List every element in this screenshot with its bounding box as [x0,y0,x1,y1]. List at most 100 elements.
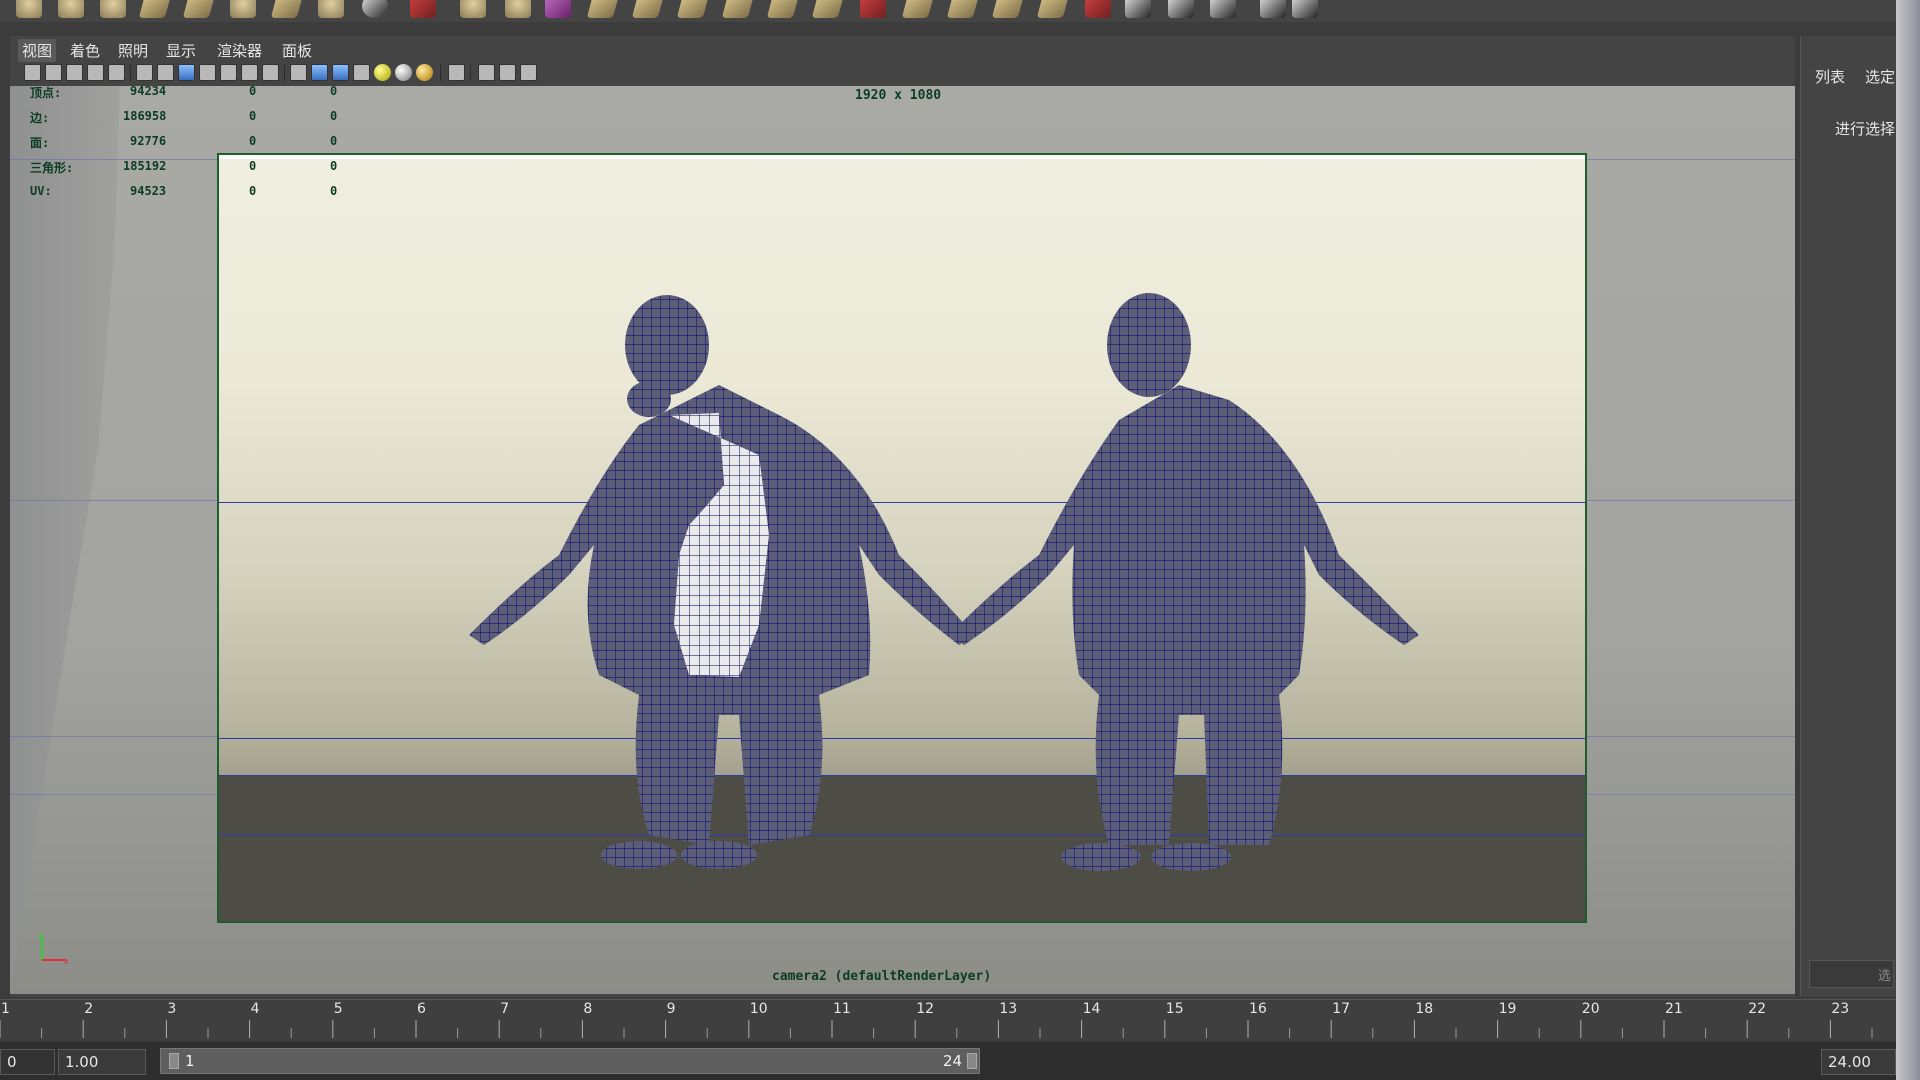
frame-tick-label: 11 [833,1001,851,1017]
frame-tick-label: 21 [1665,1001,1683,1017]
merge-shelf-icon[interactable] [676,0,710,18]
camera-label: camera2 (defaultRenderLayer) [772,969,992,984]
camera-attributes-icon[interactable] [45,64,62,81]
stat-col1: 0 [249,109,257,123]
cube-shelf-icon[interactable] [58,0,84,18]
selection-hint: 进行选择 [1835,120,1896,138]
tab-list[interactable]: 列表 [1815,66,1845,87]
split-shelf-icon[interactable] [766,0,800,18]
toolbar-separator [130,65,131,81]
mirror-shelf-icon[interactable] [1085,0,1111,18]
default-lighting-icon[interactable] [374,64,391,81]
frame-tick-label: 17 [1332,1001,1351,1017]
time-slider[interactable]: 1 2 3 4 5 6 7 8 9 10 11 12 13 14 15 16 17 18 19 20 21 22 23 [0,999,1896,1040]
safe-action-icon[interactable] [220,64,237,81]
share-icon[interactable] [520,64,537,81]
bridge-shelf-icon[interactable] [586,0,620,18]
frame-tick-label: 14 [1082,1001,1101,1017]
stat-label: 面: [30,136,50,150]
polygon-cube-shelf-icon[interactable] [545,0,571,18]
uv-layout-shelf-icon[interactable] [1168,0,1194,18]
start-frame-field[interactable]: 0 [0,1049,55,1075]
safe-title-icon[interactable] [241,64,258,81]
isolate-select-icon[interactable] [448,64,465,81]
uv-map-shelf-icon[interactable] [1292,0,1318,18]
extrude-shelf-icon[interactable] [410,0,436,18]
stat-col2: 0 [330,184,338,198]
uv-move-shelf-icon[interactable] [1260,0,1286,18]
time-ticks [0,1020,1873,1038]
frame-tick-label: 12 [916,1001,935,1017]
character-front [469,295,974,869]
viewport-3d[interactable] [10,86,1795,994]
uv-unfold-shelf-icon[interactable] [1210,0,1236,18]
shadows-icon[interactable] [416,64,433,81]
append-shelf-icon[interactable] [721,0,755,18]
wireframe-icon[interactable] [290,64,307,81]
toolbar-separator [470,65,471,81]
text-icon[interactable] [262,64,279,81]
combine-shelf-icon[interactable] [901,0,935,18]
range-end-value: 24 [943,1052,963,1070]
all-lights-icon[interactable] [395,64,412,81]
menu-shading[interactable]: 着色 [66,39,104,62]
field-chart-icon[interactable] [199,64,216,81]
character-models[interactable] [219,155,1587,923]
insert-loop-shelf-icon[interactable] [811,0,845,18]
frame-tick-label: 10 [749,1001,768,1017]
menu-panels[interactable]: 面板 [278,39,316,62]
panel-menu-bar: 视图 着色 照明 显示 渲染器 面板 [10,36,1795,62]
panel-input-field[interactable]: 选 [1809,960,1894,988]
frame-tick-label: 7 [500,1001,510,1017]
xray-joints-icon[interactable] [499,64,516,81]
frame-tick-label: 1 [1,1001,10,1017]
frame-tick-label: 20 [1581,1001,1600,1017]
helix-shelf-icon[interactable] [362,0,388,18]
resolution-gate-icon[interactable] [157,64,174,81]
stat-col1: 0 [249,134,257,148]
stat-row-triangles: 三角形: 185192 0 0 [30,159,350,177]
end-time-field[interactable]: 24.00 [1821,1049,1896,1075]
range-end-handle[interactable] [967,1053,977,1069]
cut-faces-shelf-icon[interactable] [631,0,665,18]
cylinder-shelf-icon[interactable] [100,0,126,18]
resolution-label: 1920 x 1080 [855,88,942,103]
frame-tick-label: 16 [1249,1001,1267,1017]
torus-shelf-icon[interactable] [230,0,256,18]
stat-value: 92776 [130,134,167,148]
start-time-field[interactable]: 1.00 [58,1049,146,1075]
gate-mask-icon[interactable] [178,64,195,81]
xray-icon[interactable] [478,64,495,81]
bevel-shelf-icon[interactable] [505,0,531,18]
frame-tick-label: 23 [1831,1001,1850,1017]
fill-hole-shelf-icon[interactable] [991,0,1025,18]
wireframe-on-shaded-icon[interactable] [332,64,349,81]
film-gate-icon[interactable] [136,64,153,81]
pyramid-shelf-icon[interactable] [270,0,304,18]
sculpt-shelf-icon[interactable] [860,0,886,18]
image-plane-icon[interactable] [87,64,104,81]
pipe-shelf-icon[interactable] [318,0,344,18]
tab-selected[interactable]: 选定 [1865,66,1895,87]
cone-shelf-icon[interactable] [138,0,172,18]
textured-icon[interactable] [353,64,370,81]
range-start-handle[interactable] [169,1053,179,1069]
frame-tick-label: 4 [250,1001,260,1017]
menu-show[interactable]: 显示 [162,39,200,62]
triangulate-shelf-icon[interactable] [1036,0,1070,18]
smooth-shade-icon[interactable] [311,64,328,81]
smooth-shelf-icon[interactable] [460,0,486,18]
menu-view[interactable]: 视图 [18,39,57,62]
plane-shelf-icon[interactable] [182,0,216,18]
uv-checker-shelf-icon[interactable] [1125,0,1151,18]
menu-renderer[interactable]: 渲染器 [213,39,266,62]
select-camera-icon[interactable] [24,64,41,81]
separate-shelf-icon[interactable] [946,0,980,18]
sphere-shelf-icon[interactable] [16,0,42,18]
frame-tick-label: 22 [1748,1001,1767,1017]
stat-value: 94523 [130,184,167,198]
bookmarks-icon[interactable] [66,64,83,81]
grid-icon[interactable] [108,64,125,81]
range-slider[interactable]: 1 24 [160,1048,980,1074]
menu-lighting[interactable]: 照明 [114,39,152,62]
